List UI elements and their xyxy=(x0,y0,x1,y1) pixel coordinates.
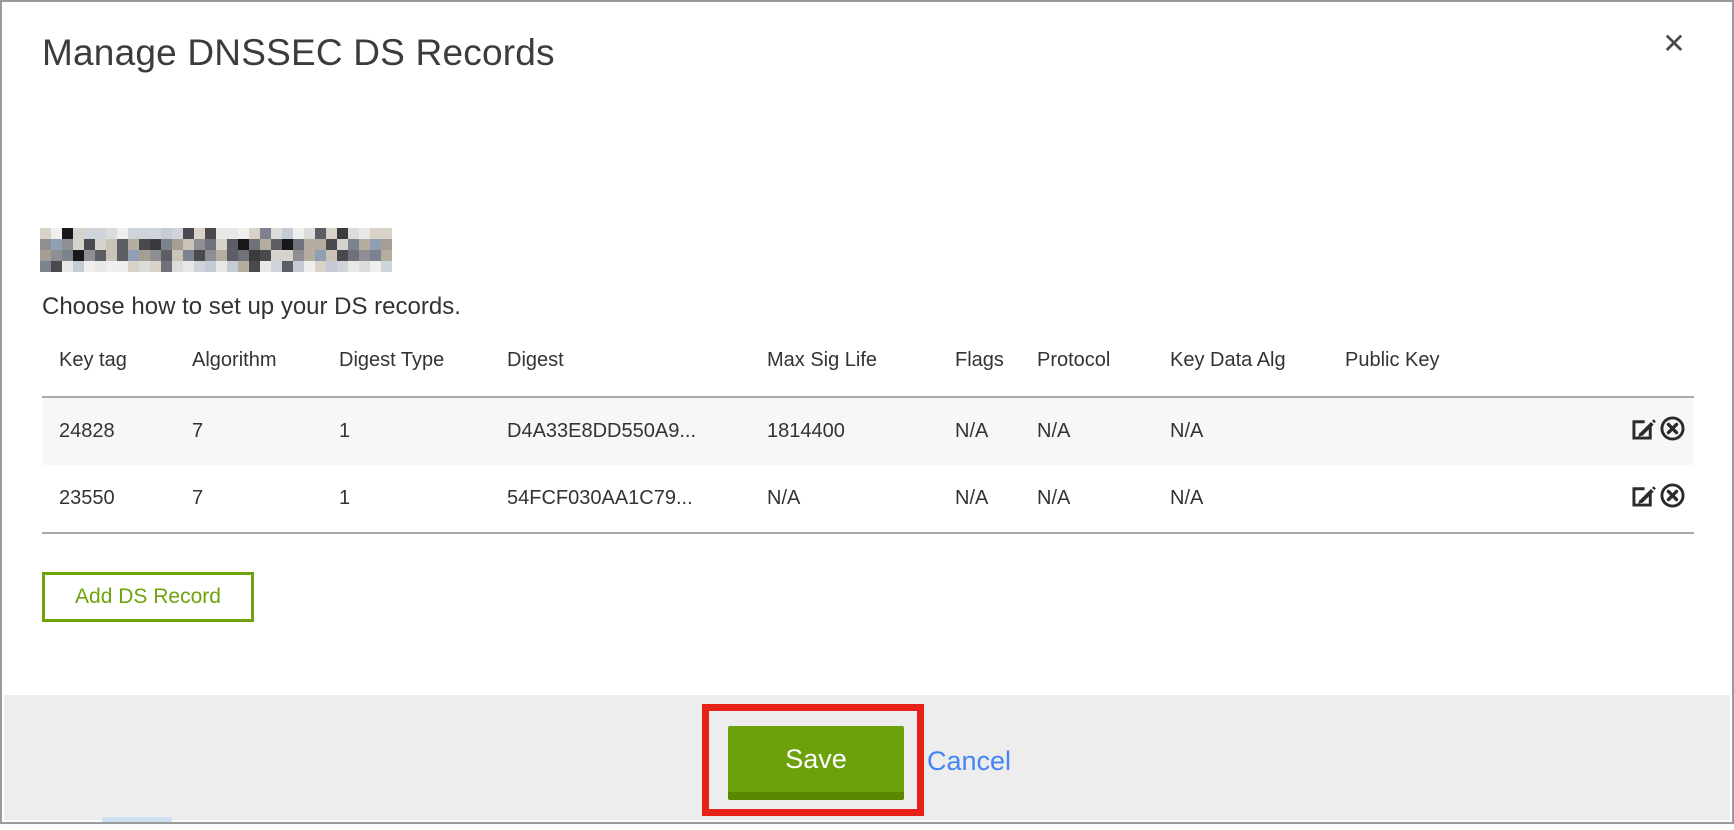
save-button[interactable]: Save xyxy=(728,726,904,800)
cell-digest-type: 1 xyxy=(322,465,490,533)
cell-algorithm: 7 xyxy=(175,397,322,465)
cell-protocol: N/A xyxy=(1020,397,1153,465)
col-header-key-tag: Key tag xyxy=(42,337,175,397)
cell-key-data-alg: N/A xyxy=(1153,465,1328,533)
edit-icon[interactable] xyxy=(1630,415,1657,442)
domain-name-redacted xyxy=(40,228,392,272)
col-header-actions xyxy=(1574,337,1694,397)
add-ds-record-button[interactable]: Add DS Record xyxy=(42,572,254,622)
col-header-public-key: Public Key xyxy=(1328,337,1574,397)
col-header-protocol: Protocol xyxy=(1020,337,1153,397)
cell-public-key xyxy=(1328,465,1574,533)
cell-public-key xyxy=(1328,397,1574,465)
table-header-row: Key tag Algorithm Digest Type Digest Max… xyxy=(42,337,1694,397)
col-header-flags: Flags xyxy=(938,337,1020,397)
cell-algorithm: 7 xyxy=(175,465,322,533)
close-icon[interactable]: ✕ xyxy=(1656,26,1692,62)
manage-dnssec-dialog: Manage DNSSEC DS Records ✕ Choose how to… xyxy=(0,0,1734,824)
cell-digest: D4A33E8DD550A9... xyxy=(490,397,750,465)
cell-key-data-alg: N/A xyxy=(1153,397,1328,465)
col-header-digest: Digest xyxy=(490,337,750,397)
table-row: 24828 7 1 D4A33E8DD550A9... 1814400 N/A … xyxy=(42,397,1694,465)
delete-icon[interactable] xyxy=(1659,482,1686,509)
col-header-max-sig-life: Max Sig Life xyxy=(750,337,938,397)
cell-actions xyxy=(1574,397,1694,465)
cancel-link[interactable]: Cancel xyxy=(927,746,1011,777)
cell-flags: N/A xyxy=(938,465,1020,533)
cell-flags: N/A xyxy=(938,397,1020,465)
delete-icon[interactable] xyxy=(1659,415,1686,442)
cell-digest-type: 1 xyxy=(322,397,490,465)
table-row: 23550 7 1 54FCF030AA1C79... N/A N/A N/A … xyxy=(42,465,1694,533)
cell-digest: 54FCF030AA1C79... xyxy=(490,465,750,533)
col-header-digest-type: Digest Type xyxy=(322,337,490,397)
dialog-title: Manage DNSSEC DS Records xyxy=(42,32,555,74)
cell-protocol: N/A xyxy=(1020,465,1153,533)
background-page-fragment xyxy=(102,817,172,822)
edit-icon[interactable] xyxy=(1630,482,1657,509)
col-header-algorithm: Algorithm xyxy=(175,337,322,397)
cell-max-sig-life: N/A xyxy=(750,465,938,533)
col-header-key-data-alg: Key Data Alg xyxy=(1153,337,1328,397)
cell-max-sig-life: 1814400 xyxy=(750,397,938,465)
cell-actions xyxy=(1574,465,1694,533)
instruction-text: Choose how to set up your DS records. xyxy=(42,293,461,321)
ds-records-table: Key tag Algorithm Digest Type Digest Max… xyxy=(42,337,1694,534)
cell-key-tag: 23550 xyxy=(42,465,175,533)
cell-key-tag: 24828 xyxy=(42,397,175,465)
